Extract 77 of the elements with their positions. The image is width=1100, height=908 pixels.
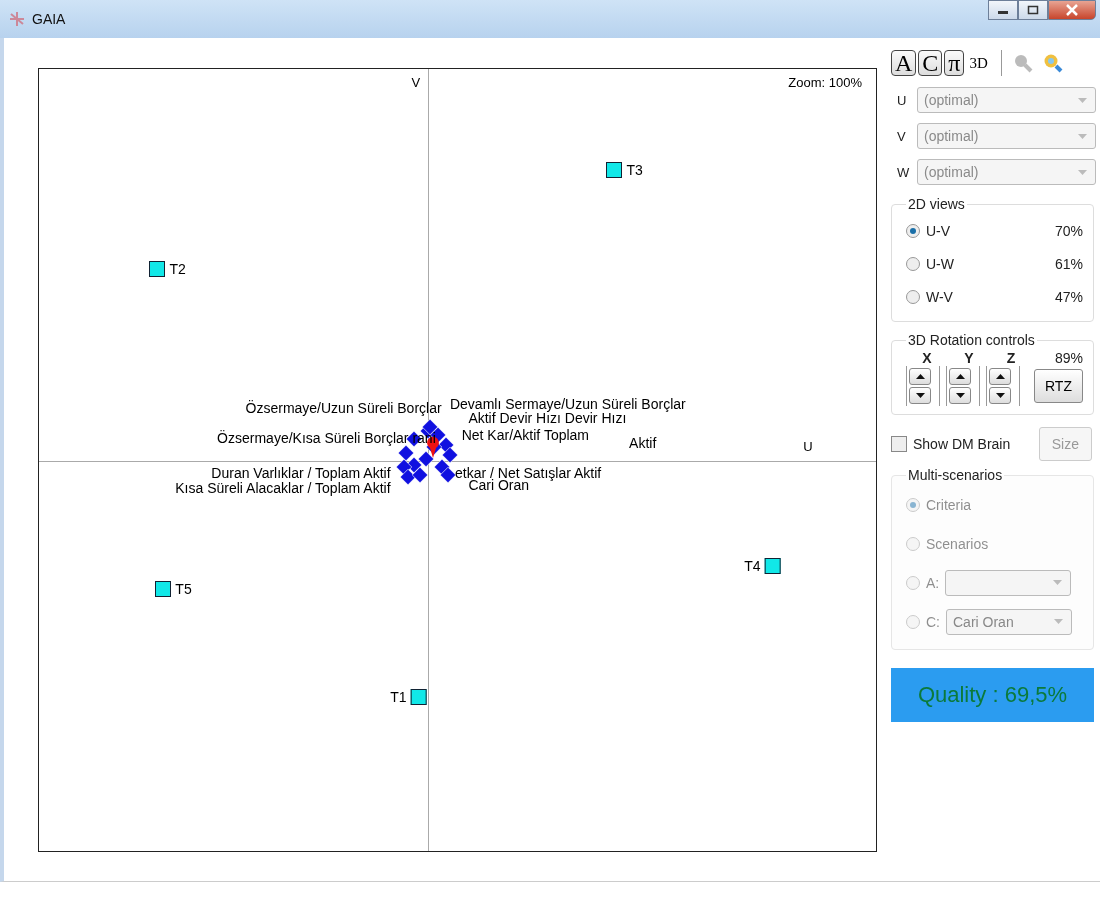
alternative-marker [764, 557, 781, 574]
criterion-label: etkar / Net Satışlar Aktif [455, 465, 602, 480]
view-mode-button[interactable]: π [944, 50, 965, 76]
quality-indicator: Quality : 69,5% [891, 668, 1094, 722]
rotation-axis-label: X [921, 350, 933, 366]
criterion-label: Özsermaye/Kısa Süreli Borçlar rani [217, 431, 436, 446]
down-arrow-icon [955, 393, 965, 398]
rotation-axis-label: Z [1005, 350, 1017, 366]
alternative-label: T3 [626, 161, 643, 178]
dropdown-arrow-icon [1077, 169, 1087, 175]
rotate-up-button[interactable] [909, 368, 931, 385]
axis-selector-label: V [897, 128, 907, 144]
app-icon [8, 10, 26, 28]
criterion-label: Özsermaye/Uzun Süreli Borçlar [245, 401, 442, 416]
reset-rotation-button[interactable]: RTZ [1034, 369, 1083, 403]
checkbox[interactable] [891, 436, 907, 452]
criterion-label: Devamlı Sermaye/Uzun Süreli Borçlar [449, 397, 686, 412]
close-button[interactable] [1048, 0, 1096, 20]
axis-selector-label: U [897, 92, 908, 108]
down-arrow-icon [995, 393, 1005, 398]
rotation-percent: 89% [1054, 350, 1083, 366]
rotate-down-button[interactable] [949, 387, 971, 404]
dropdown-arrow-icon [1054, 619, 1063, 624]
up-arrow-icon [915, 374, 925, 379]
criterion-label: Kısa Süreli Alacaklar / Toplam Aktif [175, 481, 391, 496]
criterion-label: Aktif [629, 435, 657, 450]
window-title: GAIA [32, 11, 66, 27]
criterion-label: Cari Oran [468, 478, 530, 492]
checkbox-label: Show DM Brain [913, 436, 1011, 452]
dropdown-arrow-icon [1077, 133, 1087, 139]
dropdown-arrow-icon [1077, 97, 1087, 103]
view-radio[interactable] [906, 223, 920, 238]
view-radio[interactable] [906, 289, 920, 304]
view-mode-button[interactable]: 3D [966, 51, 991, 75]
down-arrow-icon [915, 393, 925, 398]
up-arrow-icon [995, 374, 1005, 379]
group-title: 3D Rotation controls [907, 332, 1036, 348]
group-title: 2D views [907, 196, 966, 212]
view-percent: 61% [1054, 255, 1083, 272]
view-percent: 70% [1054, 222, 1083, 239]
alternative-marker [606, 161, 623, 178]
alternative-label: T5 [175, 581, 192, 597]
group-title: Multi-scenarios [907, 467, 1004, 483]
rotate-down-button[interactable] [909, 387, 931, 404]
maximize-button[interactable] [1018, 0, 1048, 20]
minimize-button[interactable] [988, 0, 1018, 20]
axis-label: V [411, 75, 421, 90]
view-option-label: U-W [926, 255, 954, 272]
axis-selector-label: W [897, 164, 911, 180]
alternative-label: T1 [390, 688, 407, 705]
maximize-icon [1027, 5, 1039, 15]
close-icon [1065, 4, 1079, 16]
rotation-axis-label: Y [963, 350, 975, 366]
zoom-level: Zoom: 100% [788, 75, 862, 90]
scenario-option-label: C: [926, 613, 940, 630]
alternative-label: T4 [744, 557, 761, 574]
view-option-label: W-V [926, 288, 953, 305]
view-mode-button[interactable]: A [891, 50, 917, 76]
view-option-label: U-V [926, 222, 951, 239]
view-percent: 47% [1054, 288, 1083, 305]
scenario-option-label: Scenarios [926, 535, 989, 552]
alternative-marker [410, 688, 427, 705]
dropdown-arrow-icon [1053, 580, 1063, 585]
axis-label: U [803, 438, 813, 454]
criterion-label: Duran Varlıklar / Toplam Aktif [211, 465, 391, 480]
alternative-marker [155, 581, 172, 597]
rotate-up-button[interactable] [989, 368, 1011, 385]
scenario-option-label: A: [926, 574, 940, 591]
scenario-option-label: Criteria [926, 496, 972, 513]
view-radio[interactable] [906, 256, 920, 271]
view-mode-button[interactable]: C [918, 50, 943, 76]
rotate-down-button[interactable] [989, 387, 1011, 404]
alternative-label: T2 [169, 261, 186, 278]
up-arrow-icon [955, 374, 965, 379]
alternative-marker [149, 261, 166, 278]
criterion-label: Net Kar/Aktif Toplam [461, 427, 590, 442]
rotate-up-button[interactable] [949, 368, 971, 385]
